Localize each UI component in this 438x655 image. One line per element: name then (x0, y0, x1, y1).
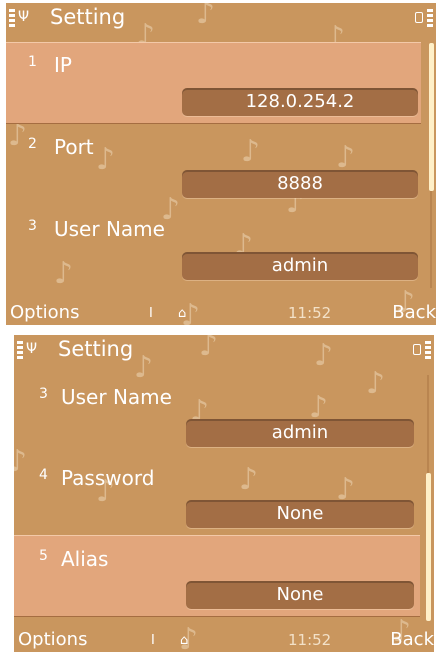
item-number: 5 (39, 548, 48, 564)
setting-item-ip[interactable]: 1 IP 128.0.254.2 (6, 42, 421, 124)
battery-indicator-icon (415, 12, 423, 23)
softkey-bar: Options I ⌂ 11:52 Back (6, 299, 436, 325)
port-value-field[interactable]: 8888 (182, 170, 418, 198)
battery-indicator-icon (413, 344, 421, 355)
status-bar: Ψ Setting (6, 3, 436, 35)
item-label: User Name (61, 385, 172, 409)
back-softkey[interactable]: Back (390, 629, 434, 650)
setting-item-alias[interactable]: 5 Alias None (14, 535, 420, 617)
phone-screen-2: ♪ ♪ ♪ ♪ ♪ ♪ ♪ ♪ ♪ ♪ ♪ ♪ Ψ Setting 3 User… (14, 335, 434, 652)
setting-item-user-name[interactable]: 3 User Name admin (14, 373, 419, 455)
antenna-icon: Ψ (18, 9, 30, 25)
item-number: 2 (28, 136, 37, 152)
item-number: 4 (39, 467, 48, 483)
clock: 11:52 (288, 304, 332, 322)
item-label: Port (54, 135, 94, 159)
signal-strength-icon (9, 9, 15, 29)
setting-item-port[interactable]: 2 Port 8888 (6, 124, 421, 206)
ip-value-field[interactable]: 128.0.254.2 (182, 88, 418, 116)
status-bar: Ψ Setting (14, 335, 434, 367)
item-label: IP (54, 53, 72, 77)
page-title: Setting (58, 337, 134, 361)
item-label: Password (61, 466, 155, 490)
item-number: 3 (39, 386, 48, 402)
item-label: User Name (54, 217, 165, 241)
scrollbar-thumb[interactable] (429, 43, 434, 191)
user-name-value-field[interactable]: admin (186, 419, 414, 447)
item-number: 3 (28, 218, 37, 234)
keypad-icon: ⌂ (180, 633, 189, 648)
back-softkey[interactable]: Back (392, 302, 436, 323)
signal-strength-icon (17, 341, 23, 361)
text-input-icon: I (149, 306, 153, 321)
page-title: Setting (50, 5, 126, 29)
phone-screen-1: ♪ ♪ ♪ ♪ ♪ ♪ ♪ ♪ ♪ ♪ ♪ ♪ ♪ Ψ Setting 1 IP… (6, 3, 436, 325)
user-name-value-field[interactable]: admin (182, 252, 418, 280)
item-label: Alias (61, 547, 109, 571)
text-input-icon: I (151, 633, 155, 648)
battery-level-icon (425, 341, 431, 361)
keypad-icon: ⌂ (178, 306, 187, 321)
antenna-icon: Ψ (26, 341, 38, 357)
setting-item-password[interactable]: 4 Password None (14, 454, 419, 536)
item-number: 1 (28, 54, 37, 70)
clock: 11:52 (288, 631, 332, 649)
scrollbar-thumb[interactable] (426, 473, 431, 621)
options-softkey[interactable]: Options (10, 302, 79, 323)
setting-item-user-name[interactable]: 3 User Name admin (6, 206, 421, 288)
password-value-field[interactable]: None (186, 500, 414, 528)
softkey-bar: Options I ⌂ 11:52 Back (14, 626, 434, 652)
alias-value-field[interactable]: None (186, 581, 414, 609)
options-softkey[interactable]: Options (18, 629, 87, 650)
battery-level-icon (427, 9, 433, 29)
